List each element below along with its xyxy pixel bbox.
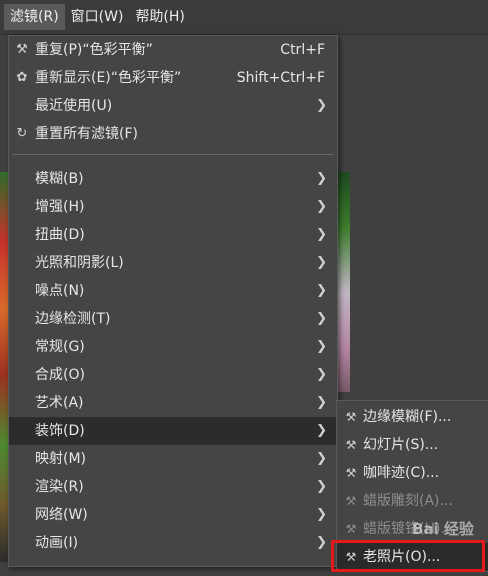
menu-item-repeat[interactable]: ⚒ 重复(P)“色彩平衡” Ctrl+F	[9, 36, 337, 64]
chevron-right-icon: ❯	[316, 535, 327, 550]
chevron-right-icon: ❯	[316, 451, 327, 466]
submenu-item-label: 蜡版雕刻(A)...	[363, 493, 453, 509]
filter-icon: ⚒	[345, 522, 357, 536]
chevron-right-icon: ❯	[316, 171, 327, 186]
menu-item-label: 映射(M)	[35, 451, 87, 467]
chevron-right-icon: ❯	[316, 507, 327, 522]
menu-item-label: 光照和阴影(L)	[35, 255, 124, 271]
menu-item-label: 重置所有滤镜(F)	[35, 126, 138, 142]
menu-item-label: 装饰(D)	[35, 423, 85, 439]
chevron-right-icon: ❯	[316, 98, 327, 113]
filters-menu: ⚒ 重复(P)“色彩平衡” Ctrl+F ✿ 重新显示(E)“色彩平衡” Shi…	[8, 35, 338, 567]
menu-item-label: 动画(I)	[35, 535, 79, 551]
chevron-right-icon: ❯	[316, 395, 327, 410]
watermark: Bai 经验	[412, 520, 474, 538]
menu-item-combine[interactable]: 合成(O) ❯	[9, 361, 337, 389]
chevron-right-icon: ❯	[316, 311, 327, 326]
reset-icon: ↻	[16, 126, 28, 141]
menubar-filters[interactable]: 滤镜(R)	[4, 4, 65, 30]
chevron-right-icon: ❯	[316, 339, 327, 354]
menubar-help[interactable]: 帮助(H)	[129, 4, 190, 30]
submenu-item-coffee-stain[interactable]: ⚒ 咖啡迹(C)...	[337, 459, 488, 487]
menu-item-edge-detect[interactable]: 边缘检测(T) ❯	[9, 305, 337, 333]
menu-item-web[interactable]: 网络(W) ❯	[9, 501, 337, 529]
highlight-box	[331, 540, 485, 572]
menubar: 滤镜(R) 窗口(W) 帮助(H)	[0, 0, 488, 35]
submenu-item-label: 咖啡迹(C)...	[363, 465, 440, 481]
chevron-right-icon: ❯	[316, 367, 327, 382]
shortcut-label: Ctrl+F	[280, 42, 325, 58]
menu-item-animation[interactable]: 动画(I) ❯	[9, 529, 337, 557]
menubar-windows[interactable]: 窗口(W)	[65, 4, 130, 30]
menu-item-label: 扭曲(D)	[35, 227, 85, 243]
submenu-item-slide[interactable]: ⚒ 幻灯片(S)...	[337, 431, 488, 459]
menu-item-label: 重新显示(E)“色彩平衡”	[35, 70, 182, 86]
menu-item-label: 常规(G)	[35, 339, 85, 355]
menu-item-render[interactable]: 渲染(R) ❯	[9, 473, 337, 501]
menu-item-artistic[interactable]: 艺术(A) ❯	[9, 389, 337, 417]
menu-item-label: 渲染(R)	[35, 479, 84, 495]
menu-item-label: 网络(W)	[35, 507, 88, 523]
shortcut-label: Shift+Ctrl+F	[236, 70, 325, 86]
menu-item-label: 增强(H)	[35, 199, 85, 215]
menu-item-label: 合成(O)	[35, 367, 85, 383]
chevron-right-icon: ❯	[316, 199, 327, 214]
menu-item-label: 最近使用(U)	[35, 98, 113, 114]
menu-item-blur[interactable]: 模糊(B) ❯	[9, 165, 337, 193]
menu-item-distort[interactable]: 扭曲(D) ❯	[9, 221, 337, 249]
menu-item-label: 噪点(N)	[35, 283, 85, 299]
chevron-right-icon: ❯	[316, 283, 327, 298]
repeat-icon: ⚒	[16, 42, 28, 57]
menu-separator	[13, 154, 333, 155]
menu-item-decor[interactable]: 装饰(D) ❯	[9, 417, 337, 445]
submenu-item-fuzzy-border[interactable]: ⚒ 边缘模糊(F)...	[337, 403, 488, 431]
submenu-item-stencil-carve: ⚒ 蜡版雕刻(A)...	[337, 487, 488, 515]
menu-item-enhance[interactable]: 增强(H) ❯	[9, 193, 337, 221]
reshow-icon: ✿	[16, 70, 28, 85]
chevron-right-icon: ❯	[316, 423, 327, 438]
menu-item-noise[interactable]: 噪点(N) ❯	[9, 277, 337, 305]
menu-item-label: 边缘检测(T)	[35, 311, 111, 327]
submenu-item-label: 幻灯片(S)...	[363, 437, 439, 453]
chevron-right-icon: ❯	[316, 227, 327, 242]
menu-item-light-shadow[interactable]: 光照和阴影(L) ❯	[9, 249, 337, 277]
filter-icon: ⚒	[345, 438, 357, 452]
menu-item-map[interactable]: 映射(M) ❯	[9, 445, 337, 473]
filter-icon: ⚒	[345, 410, 357, 424]
menu-item-reshow[interactable]: ✿ 重新显示(E)“色彩平衡” Shift+Ctrl+F	[9, 64, 337, 92]
menu-item-label: 艺术(A)	[35, 395, 84, 411]
menu-item-label: 重复(P)“色彩平衡”	[35, 42, 153, 58]
menu-item-reset[interactable]: ↻ 重置所有滤镜(F)	[9, 120, 337, 148]
chevron-right-icon: ❯	[316, 479, 327, 494]
filter-icon: ⚒	[345, 494, 357, 508]
filter-icon: ⚒	[345, 466, 357, 480]
menu-item-recent[interactable]: 最近使用(U) ❯	[9, 92, 337, 120]
menu-item-label: 模糊(B)	[35, 171, 84, 187]
chevron-right-icon: ❯	[316, 255, 327, 270]
submenu-item-label: 边缘模糊(F)...	[363, 409, 452, 425]
menu-item-generic[interactable]: 常规(G) ❯	[9, 333, 337, 361]
